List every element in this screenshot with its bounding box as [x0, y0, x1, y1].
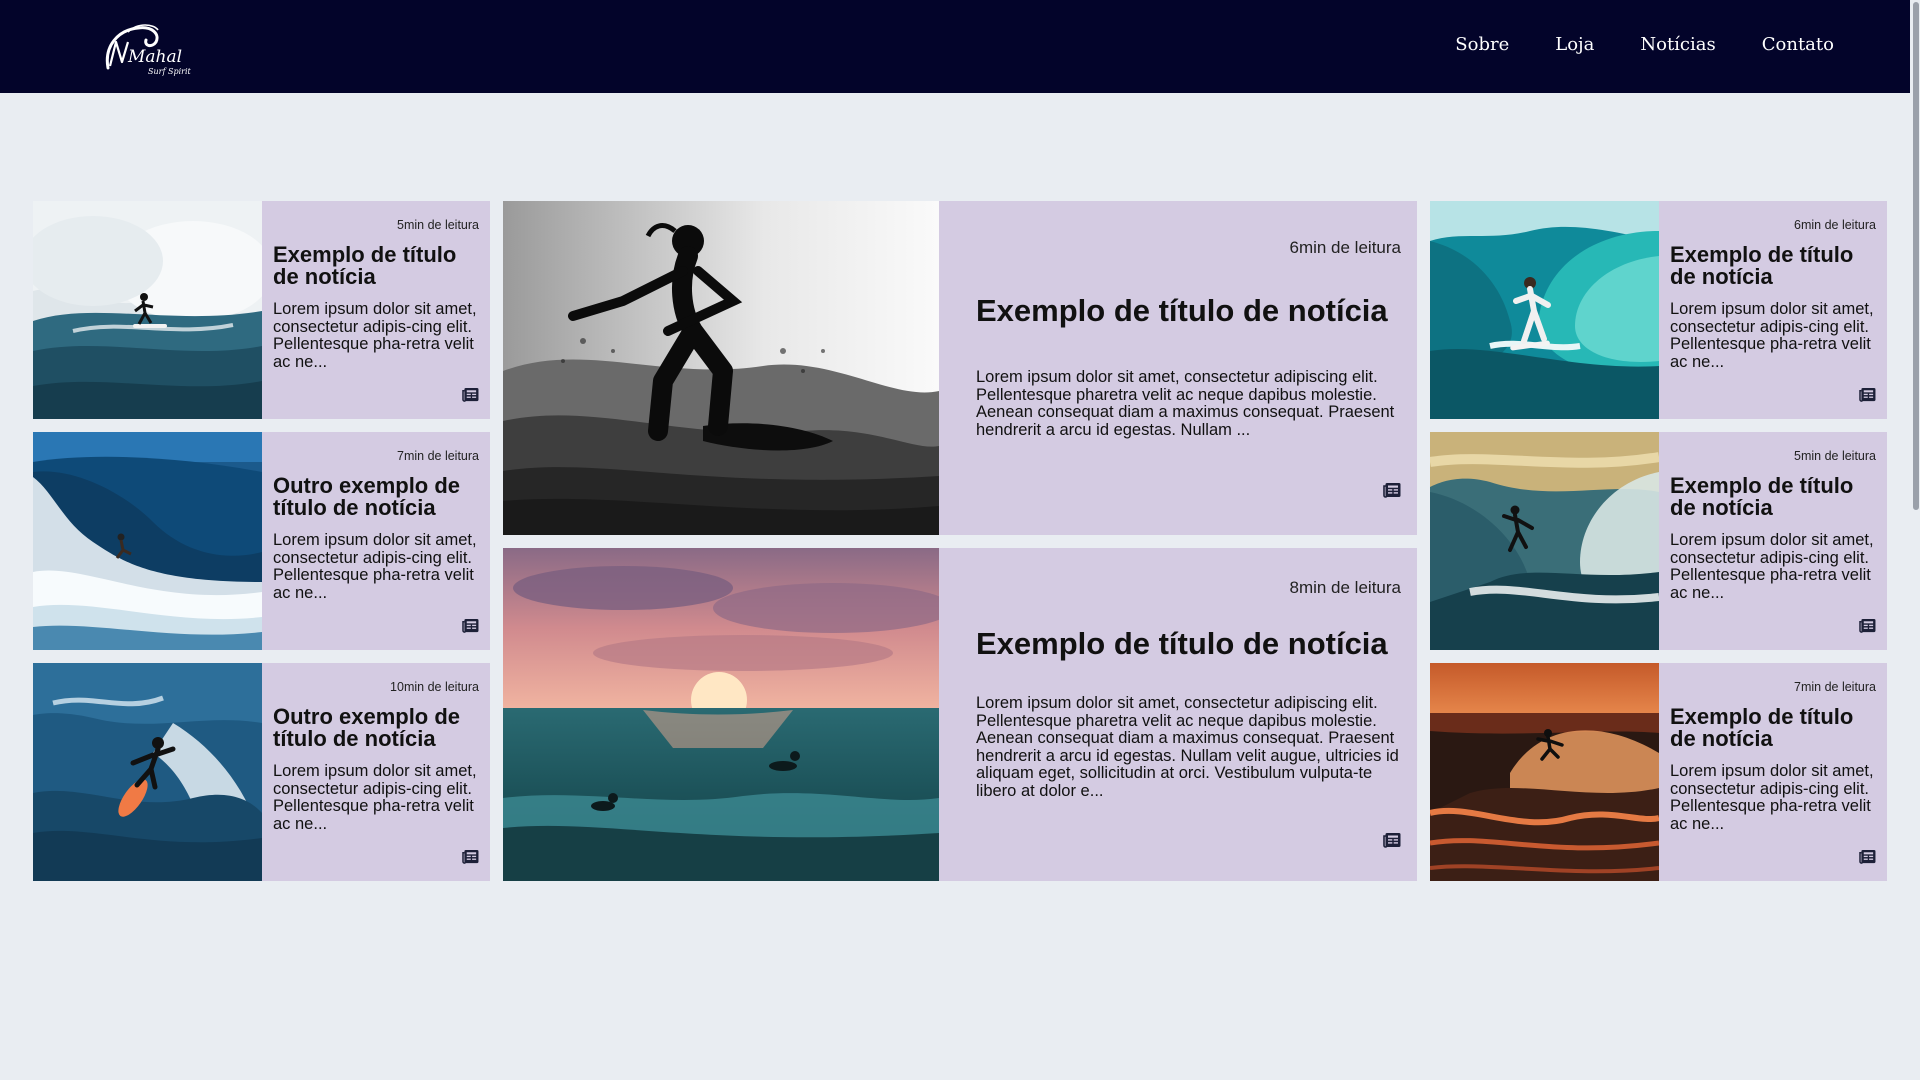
news-title[interactable]: Exemplo de título de notícia: [1670, 475, 1879, 519]
featured-news-card[interactable]: 6min de leitura Exemplo de título de not…: [503, 201, 1417, 535]
newspaper-icon[interactable]: [1859, 618, 1876, 633]
reading-time: 7min de leitura: [397, 449, 479, 463]
newspaper-icon[interactable]: [1383, 832, 1401, 848]
site-header: Mahal Surf Spirit Sobre Loja Notícias Co…: [0, 0, 1918, 93]
news-card[interactable]: 10min de leitura Outro exemplo de título…: [33, 663, 490, 881]
news-excerpt: Lorem ipsum dolor sit amet, consectetur …: [976, 694, 1399, 800]
brand-logo[interactable]: Mahal Surf Spirit: [98, 16, 198, 80]
news-title[interactable]: Outro exemplo de título de notícia: [273, 706, 482, 750]
newspaper-icon[interactable]: [1859, 849, 1876, 864]
news-image-surfer-turquoise-tube: [1430, 201, 1659, 419]
nav-link-loja[interactable]: Loja: [1555, 34, 1594, 55]
news-excerpt: Lorem ipsum dolor sit amet, consectetur …: [1670, 531, 1874, 602]
news-card[interactable]: 7min de leitura Exemplo de título de not…: [1430, 663, 1887, 881]
news-excerpt: Lorem ipsum dolor sit amet, consectetur …: [273, 300, 477, 371]
newspaper-icon[interactable]: [462, 618, 479, 633]
news-title[interactable]: Outro exemplo de título de notícia: [273, 475, 482, 519]
reading-time: 7min de leitura: [1794, 680, 1876, 694]
reading-time: 5min de leitura: [1794, 449, 1876, 463]
nav-link-noticias[interactable]: Notícias: [1640, 34, 1715, 55]
news-card-body: 6min de leitura Exemplo de título de not…: [1659, 201, 1887, 419]
news-card[interactable]: 7min de leitura Outro exemplo de título …: [33, 432, 490, 650]
scrollbar-thumb[interactable]: [1913, 2, 1919, 510]
news-card-body: 7min de leitura Exemplo de título de not…: [1659, 663, 1887, 881]
news-excerpt: Lorem ipsum dolor sit amet, consectetur …: [273, 762, 477, 833]
news-card-body: 6min de leitura Exemplo de título de not…: [939, 201, 1417, 535]
reading-time: 6min de leitura: [1794, 218, 1876, 232]
news-card[interactable]: 5min de leitura Exemplo de título de not…: [33, 201, 490, 419]
news-card[interactable]: 6min de leitura Exemplo de título de not…: [1430, 201, 1887, 419]
news-title[interactable]: Exemplo de título de notícia: [273, 244, 482, 288]
news-image-surfer-golden-wave: [1430, 432, 1659, 650]
news-title[interactable]: Exemplo de título de notícia: [976, 294, 1407, 328]
reading-time: 5min de leitura: [397, 218, 479, 232]
svg-text:Mahal: Mahal: [127, 47, 182, 67]
reading-time: 8min de leitura: [1289, 578, 1401, 597]
news-image-surfer-sunset-spray: [1430, 663, 1659, 881]
news-card[interactable]: 5min de leitura Exemplo de título de not…: [1430, 432, 1887, 650]
featured-news-card[interactable]: 8min de leitura Exemplo de título de not…: [503, 548, 1417, 881]
news-image-sunset-ocean-surfers: [503, 548, 939, 881]
news-image-surfer-silhouette-bw: [503, 201, 939, 535]
newspaper-icon[interactable]: [1383, 482, 1401, 498]
news-card-body: 5min de leitura Exemplo de título de not…: [262, 201, 490, 419]
news-image-surfer-carving-orange-board: [33, 663, 262, 881]
newspaper-icon[interactable]: [462, 849, 479, 864]
news-image-surfer-blue-barrel: [33, 432, 262, 650]
news-title[interactable]: Exemplo de título de notícia: [976, 627, 1407, 661]
scrollbar-track[interactable]: [1910, 0, 1920, 1080]
nav-link-contato[interactable]: Contato: [1762, 34, 1834, 55]
newspaper-icon[interactable]: [1859, 387, 1876, 402]
news-excerpt: Lorem ipsum dolor sit amet, consectetur …: [976, 368, 1395, 439]
news-card-body: 10min de leitura Outro exemplo de título…: [262, 663, 490, 881]
svg-text:Surf Spirit: Surf Spirit: [148, 67, 192, 76]
news-title[interactable]: Exemplo de título de notícia: [1670, 706, 1879, 750]
newspaper-icon[interactable]: [462, 387, 479, 402]
news-card-body: 5min de leitura Exemplo de título de not…: [1659, 432, 1887, 650]
reading-time: 10min de leitura: [390, 680, 479, 694]
nav-link-sobre[interactable]: Sobre: [1455, 34, 1509, 55]
reading-time: 6min de leitura: [1289, 238, 1401, 257]
news-title[interactable]: Exemplo de título de notícia: [1670, 244, 1879, 288]
news-excerpt: Lorem ipsum dolor sit amet, consectetur …: [1670, 300, 1874, 371]
news-image-surfer-big-white-wave: [33, 201, 262, 419]
news-card-body: 7min de leitura Outro exemplo de título …: [262, 432, 490, 650]
news-excerpt: Lorem ipsum dolor sit amet, consectetur …: [273, 531, 477, 602]
news-card-body: 8min de leitura Exemplo de título de not…: [939, 548, 1417, 881]
news-excerpt: Lorem ipsum dolor sit amet, consectetur …: [1670, 762, 1874, 833]
